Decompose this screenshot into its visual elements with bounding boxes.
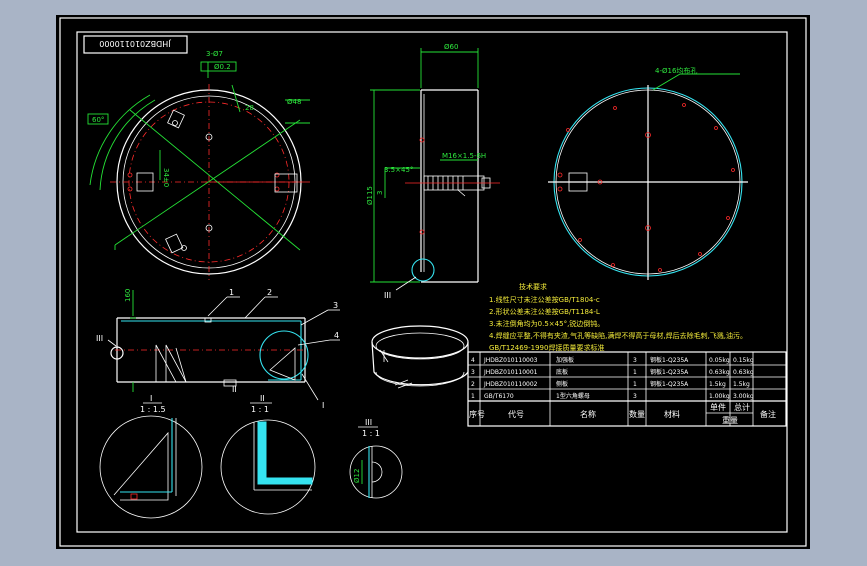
top-right-note: 4-Ø16均布孔 [655, 66, 697, 75]
dim-3-holes: 3-Ø7 [206, 50, 223, 58]
balloon-1: 1 [229, 288, 234, 297]
section-ref-iii: III [96, 334, 103, 343]
bom-cell-unit-mass: 1.5kg [709, 381, 726, 388]
detail-i-scale: 1 : 1.5 [140, 405, 166, 414]
dim-slot-width: 34±0 [162, 168, 170, 187]
bom-cell-total-mass: 0.15kg [733, 357, 754, 364]
bom-header-no: 序号 [469, 409, 485, 419]
bom-cell-no: 1 [471, 393, 475, 400]
bom-header-code: 代号 [508, 409, 524, 419]
cad-viewport[interactable]: JHDBZ010110000 3-Ø7 Ø0.2 34±0 28 Ø48 60°… [0, 0, 867, 562]
bom-cell-qty: 3 [633, 357, 637, 364]
bom-header-unit-mass: 单件 [710, 402, 726, 412]
bom-cell-total-mass: 3.00kg [733, 393, 754, 400]
bom-cell-total-mass: 1.5kg [733, 381, 750, 388]
tech-item-5: GB/T12469-1990焊接质量要求标准 [489, 343, 604, 352]
detail-ii-id: II [260, 394, 265, 403]
detail-ii-scale: 1 : 1 [251, 405, 269, 414]
bom-cell-name: 加强板 [556, 356, 574, 364]
balloon-4: 4 [334, 331, 339, 340]
balloon-2: 2 [267, 288, 272, 297]
bom-header-qty: 数量 [629, 409, 645, 419]
dim-position-tol: Ø0.2 [214, 63, 231, 71]
bom-cell-code: JHDBZ010110002 [483, 381, 538, 388]
balloon-3: 3 [333, 301, 338, 310]
detail-iii-id: III [365, 418, 372, 427]
side-dim-thread: M16×1.5-6H [442, 152, 486, 160]
bom-cell-code: JHDBZ010110001 [483, 369, 538, 376]
tech-item-4: 4.焊缝应平整,不得有夹渣,气孔等缺陷,满焊不得高于母材,焊后去除毛刺,飞溅,油… [489, 331, 747, 340]
bom-cell-no: 4 [471, 357, 475, 364]
bom-cell-code: JHDBZ010110003 [483, 357, 538, 364]
bom-cell-unit-mass: 0.05kg [709, 357, 730, 364]
bom-cell-no: 3 [471, 369, 475, 376]
dim-hole-spacing: 28 [245, 104, 254, 112]
bom-cell-name: 1型六角螺母 [556, 392, 590, 400]
side-dim-chamfer: 3.5×45° [384, 166, 413, 174]
side-dim-height: Ø115 [366, 186, 374, 205]
section-mark-ii: II [232, 385, 237, 394]
detail-i-id: I [150, 394, 152, 403]
tech-item-1: 1.线性尺寸未注公差按GB/T1804-c [489, 295, 600, 304]
dim-angle: 60° [92, 116, 104, 124]
dim-hole-dia: Ø48 [287, 98, 301, 106]
bom-cell-name: 底板 [556, 368, 568, 376]
detail-iii-scale: 1 : 1 [362, 429, 380, 438]
bom-cell-qty: 1 [633, 381, 637, 388]
bom-cell-no: 2 [471, 381, 475, 388]
bom-cell-material: 钢板1-Q235A [650, 380, 689, 388]
bom-cell-material: 钢板1-Q235A [650, 368, 689, 376]
title-code: JHDBZ010110000 [99, 39, 171, 48]
bom-cell-qty: 1 [633, 369, 637, 376]
bom-header-name: 名称 [580, 409, 596, 419]
bom-cell-unit-mass: 1.00kg [709, 393, 730, 400]
section-ref-i: I [322, 401, 324, 410]
section-dim-height: 160 [124, 289, 132, 302]
tech-title: 技术要求 [519, 282, 547, 291]
bom-cell-qty: 3 [633, 393, 637, 400]
bom-cell-code: GB/T6170 [484, 393, 514, 400]
bom-cell-total-mass: 0.63kg [733, 369, 754, 376]
side-dim-gap: 3 [376, 191, 384, 195]
tech-item-2: 2.形状公差未注公差按GB/T1184-L [489, 307, 600, 316]
tech-item-3: 3.未注倒角均为0.5×45°,锐边倒钝。 [489, 319, 604, 328]
side-detail-ref: III [384, 291, 391, 300]
bom-header-total-mass: 总计 [734, 402, 750, 412]
drawing-canvas[interactable]: JHDBZ010110000 3-Ø7 Ø0.2 34±0 28 Ø48 60°… [0, 0, 867, 562]
side-dim-width: Ø60 [444, 43, 458, 51]
bom-header-mass: 重量 [722, 415, 738, 425]
bom-cell-name: 侧板 [556, 380, 568, 388]
bom-cell-material: 钢板1-Q235A [650, 356, 689, 364]
bom-header-remark: 备注 [760, 409, 776, 419]
bom-header-material: 材料 [664, 409, 680, 419]
detail-iii-dim: Ø12 [353, 469, 361, 483]
bom-cell-unit-mass: 0.63kg [709, 369, 730, 376]
